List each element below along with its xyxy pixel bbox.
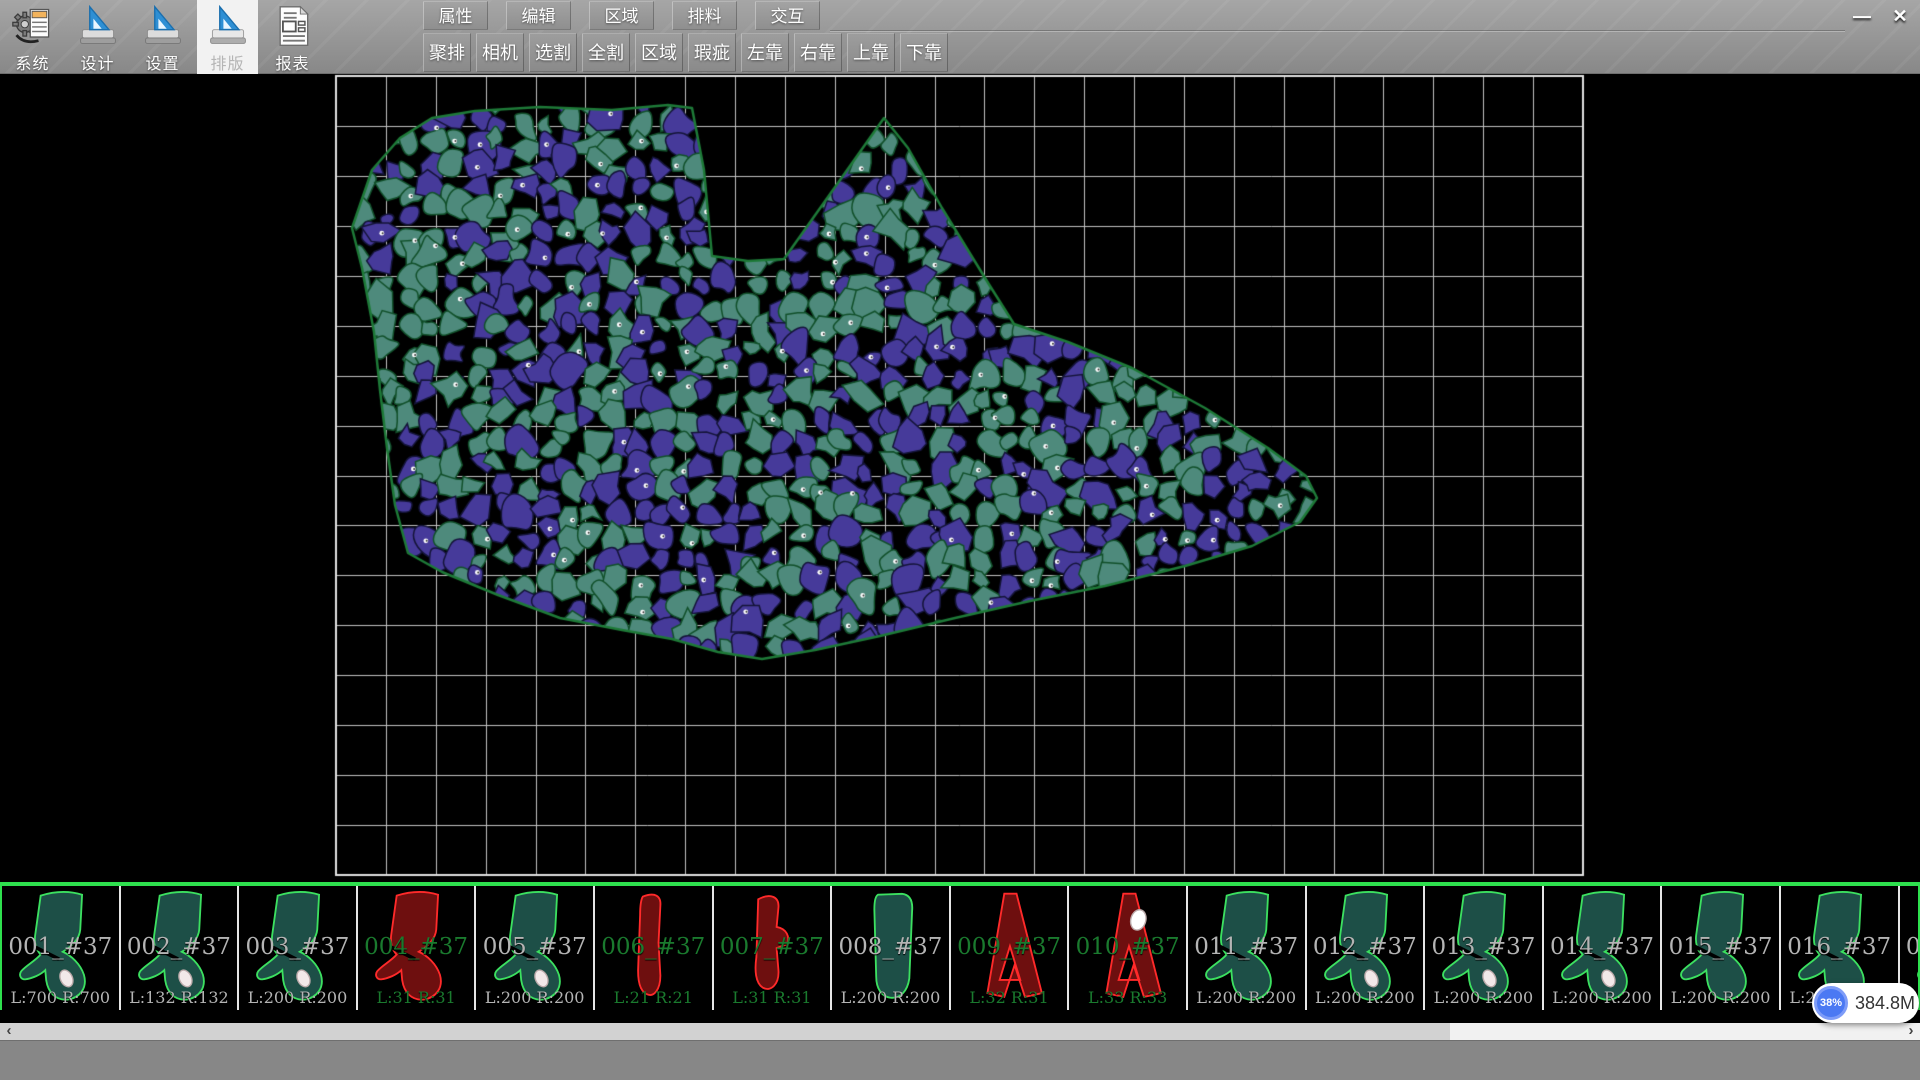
settings-ruler-icon xyxy=(141,3,185,49)
main-toolbar: 系统 设计 设置 排版 xyxy=(0,0,1920,74)
piece-id-label: 015_#37 xyxy=(1662,934,1779,960)
piece-id-label: 012_#37 xyxy=(1307,934,1424,960)
download-progress[interactable]: 38% 384.8M xyxy=(1812,983,1919,1023)
thumbnail-cell[interactable]: 007_#37 L:31 R:31 xyxy=(714,886,833,1010)
thumbnail-cell[interactable]: 014_#37 L:200 R:200 xyxy=(1544,886,1663,1010)
piece-id-label: 011_#37 xyxy=(1188,934,1305,960)
scroll-right-icon[interactable]: › xyxy=(1902,1023,1920,1040)
piece-id-label: 010_#37 xyxy=(1069,934,1186,960)
action-button-3[interactable]: 选割 xyxy=(529,33,577,72)
report-document-icon xyxy=(271,3,315,49)
piece-id-label: 016_#37 xyxy=(1781,934,1898,960)
piece-lr-label: L:31 R:31 xyxy=(358,988,475,1007)
piece-id-label: 006_#37 xyxy=(595,934,712,960)
layout-ruler-icon xyxy=(206,3,250,49)
toolbar-item-report[interactable]: 报表 xyxy=(262,0,323,74)
piece-lr-label: L:31 R:31 xyxy=(714,988,831,1007)
piece-id-label: 002_#37 xyxy=(121,934,238,960)
piece-id-label: 003_#37 xyxy=(239,934,356,960)
piece-lr-label: L:200 R:200 xyxy=(476,988,593,1007)
toolbar-item-settings[interactable]: 设置 xyxy=(132,0,193,74)
thumbnail-cell[interactable]: 003_#37 L:200 R:200 xyxy=(239,886,358,1010)
action-button-1[interactable]: 聚排 xyxy=(423,33,471,72)
thumbnail-cell[interactable]: 015_#37 L:200 R:200 xyxy=(1662,886,1781,1010)
thumbnail-cell[interactable]: 005_#37 L:200 R:200 xyxy=(476,886,595,1010)
piece-id-label: 008_#37 xyxy=(832,934,949,960)
thumbnail-cell[interactable]: 001_#37 L:700 R:700 xyxy=(2,886,121,1010)
piece-id-label: 013_#37 xyxy=(1425,934,1542,960)
thumbnail-cell[interactable]: 002_#37 L:132 R:132 xyxy=(121,886,240,1010)
progress-circle: 38% xyxy=(1814,986,1848,1020)
thumbnail-cell[interactable]: 012_#37 L:200 R:200 xyxy=(1307,886,1426,1010)
toolbar-item-label: 设计 xyxy=(67,50,128,74)
action-button-5[interactable]: 区域 xyxy=(635,33,683,72)
scroll-left-icon[interactable]: ‹ xyxy=(0,1023,18,1040)
toolbar-item-system[interactable]: 系统 xyxy=(2,0,63,74)
thumbnail-cell[interactable]: 013_#37 L:200 R:200 xyxy=(1425,886,1544,1010)
window-controls: — ✕ xyxy=(1846,3,1916,29)
menu-tab-row: 属性编辑区域排料交互 xyxy=(423,1,820,31)
piece-lr-label: L:132 R:132 xyxy=(121,988,238,1007)
design-ruler-icon xyxy=(76,3,120,49)
action-button-4[interactable]: 全割 xyxy=(582,33,630,72)
action-button-row: 聚排相机选割全割区域瑕疵左靠右靠上靠下靠 xyxy=(423,33,948,72)
toolbar-item-design[interactable]: 设计 xyxy=(67,0,128,74)
thumbnail-cell[interactable]: 011_#37 L:200 R:200 xyxy=(1188,886,1307,1010)
piece-lr-label: L:200 R:200 xyxy=(1662,988,1779,1007)
action-button-8[interactable]: 右靠 xyxy=(794,33,842,72)
piece-id-label: 001_#37 xyxy=(2,934,119,960)
menu-tab-1[interactable]: 属性 xyxy=(423,1,488,30)
nesting-canvas[interactable] xyxy=(0,74,1920,882)
thumbnail-cell[interactable]: 006_#37 L:21 R:21 xyxy=(595,886,714,1010)
piece-lr-label: L:200 R:200 xyxy=(832,988,949,1007)
toolbar-groove xyxy=(830,30,1845,32)
action-button-9[interactable]: 上靠 xyxy=(847,33,895,72)
action-button-6[interactable]: 瑕疵 xyxy=(688,33,736,72)
action-button-2[interactable]: 相机 xyxy=(476,33,524,72)
piece-id-label: 005_#37 xyxy=(476,934,593,960)
piece-id-label: 014_#37 xyxy=(1544,934,1661,960)
menu-tab-2[interactable]: 编辑 xyxy=(506,1,571,30)
action-button-10[interactable]: 下靠 xyxy=(900,33,948,72)
piece-id-label: 007_#37 xyxy=(714,934,831,960)
piece-lr-label: L:700 R:700 xyxy=(2,988,119,1007)
menu-tab-4[interactable]: 排料 xyxy=(672,1,737,30)
menu-tab-5[interactable]: 交互 xyxy=(755,1,820,30)
piece-lr-label: L:200 R:200 xyxy=(1307,988,1424,1007)
toolbar-item-label: 排版 xyxy=(197,50,258,74)
piece-lr-label: L:200 R:200 xyxy=(1188,988,1305,1007)
toolbar-item-layout[interactable]: 排版 xyxy=(197,0,258,74)
toolbar-item-label: 系统 xyxy=(2,50,63,74)
piece-lr-label: L:32 R:31 xyxy=(951,988,1068,1007)
piece-id-label: 004_#37 xyxy=(358,934,475,960)
thumbnail-cell[interactable]: 009_#37 L:32 R:31 xyxy=(951,886,1070,1010)
action-button-7[interactable]: 左靠 xyxy=(741,33,789,72)
close-button[interactable]: ✕ xyxy=(1884,3,1916,29)
minimize-button[interactable]: — xyxy=(1846,3,1878,29)
toolbar-item-label: 设置 xyxy=(132,50,193,74)
thumbnail-cell[interactable]: 008_#37 L:200 R:200 xyxy=(832,886,951,1010)
thumbnail-cell[interactable]: 010_#37 L:33 R:33 xyxy=(1069,886,1188,1010)
piece-id-label: 017_#37 xyxy=(1900,934,1920,960)
progress-size-label: 384.8M xyxy=(1855,993,1915,1014)
thumbnail-strip: 001_#37L:700 R:700002_#37L:132 R:132003_… xyxy=(0,882,1920,1010)
toolbar-item-label: 报表 xyxy=(262,50,323,74)
piece-lr-label: L:200 R:200 xyxy=(239,988,356,1007)
piece-lr-label: L:200 R:200 xyxy=(1544,988,1661,1007)
piece-lr-label: L:200 R:200 xyxy=(1425,988,1542,1007)
piece-lr-label: L:21 R:21 xyxy=(595,988,712,1007)
menu-tab-3[interactable]: 区域 xyxy=(589,1,654,30)
scrollbar-thumb[interactable] xyxy=(18,1023,1450,1040)
system-gear-icon xyxy=(11,3,55,49)
horizontal-scrollbar[interactable]: ‹ › xyxy=(0,1023,1920,1040)
status-bar xyxy=(0,1040,1920,1080)
piece-lr-label: L:33 R:33 xyxy=(1069,988,1186,1007)
thumbnail-cell[interactable]: 004_#37 L:31 R:31 xyxy=(358,886,477,1010)
piece-id-label: 009_#37 xyxy=(951,934,1068,960)
